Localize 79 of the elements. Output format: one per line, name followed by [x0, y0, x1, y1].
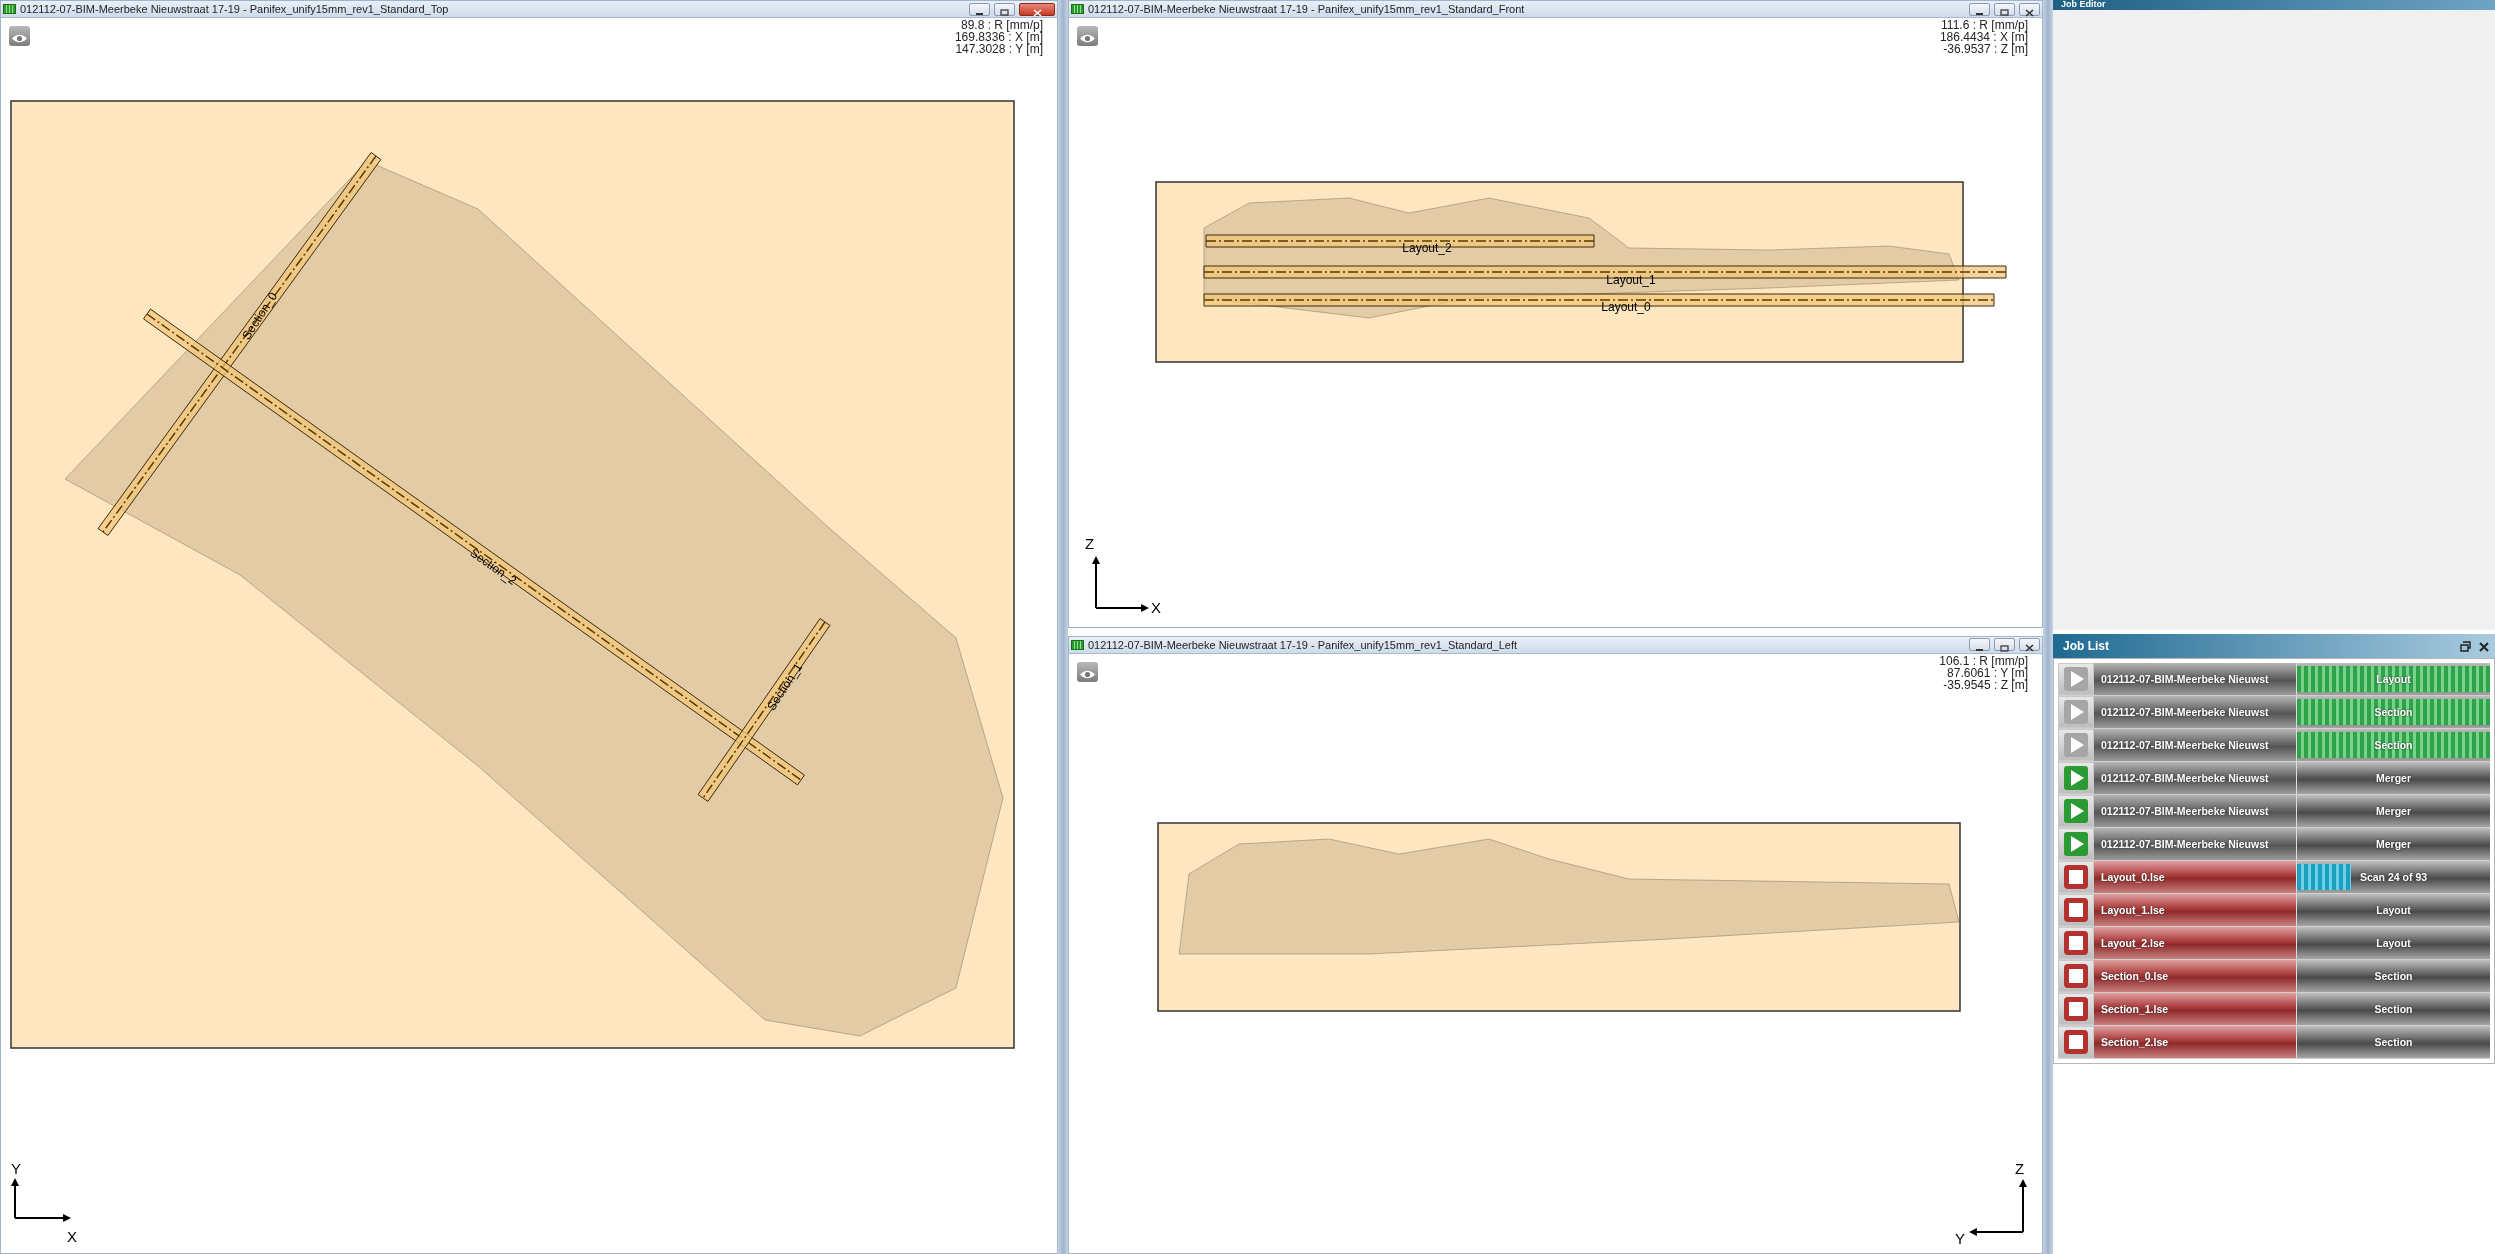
stop-button[interactable]	[2058, 927, 2094, 959]
close-icon	[2025, 8, 2034, 17]
axis-label: X	[1151, 599, 1161, 616]
window-title: 012112-07-BIM-Meerbeke Nieuwstraat 17-19 - Panifex_unify15mm_rev1_Standard_Top	[20, 2, 450, 17]
coordinate-reading: 147.3028 : Y [m]	[954, 43, 1043, 55]
axis-indicator	[1092, 556, 1149, 612]
job-name: 012112-07-BIM-Meerbeke Nieuwst	[2094, 729, 2296, 761]
stop-button[interactable]	[2058, 861, 2094, 893]
play-button[interactable]	[2058, 828, 2094, 860]
job-name: Layout_2.lse	[2094, 927, 2296, 959]
job-name: Section_2.lse	[2094, 1026, 2296, 1058]
job-name: 012112-07-BIM-Meerbeke Nieuwst	[2094, 696, 2296, 728]
job-task: Layout	[2375, 903, 2412, 918]
coordinate-reading: 169.8336 : X [m]	[954, 31, 1043, 43]
app-icon	[3, 4, 16, 14]
strip-label: Layout_0	[1601, 300, 1651, 314]
close-button[interactable]	[2019, 638, 2040, 651]
job-name: 012112-07-BIM-Meerbeke Nieuwst	[2094, 828, 2296, 860]
play-button[interactable]	[2058, 762, 2094, 794]
job-name: 012112-07-BIM-Meerbeke Nieuwst	[2094, 663, 2296, 695]
job-task: Layout	[2375, 672, 2412, 687]
stop-button[interactable]	[2058, 894, 2094, 926]
axis-label: X	[67, 1228, 77, 1245]
job-task: Merger	[2375, 837, 2412, 852]
axis-indicator	[11, 1178, 71, 1222]
minimize-button[interactable]	[1969, 638, 1990, 651]
axis-indicator	[1969, 1178, 2027, 1236]
maximize-icon	[2000, 644, 2009, 652]
strip-label: Layout_1	[1606, 273, 1656, 287]
maximize-button[interactable]	[994, 2, 1015, 16]
axis-label: Z	[1085, 535, 1095, 552]
coordinate-reading: 89.8 : R [mm/p]	[960, 19, 1043, 31]
maximize-button[interactable]	[1994, 2, 2015, 16]
stop-button[interactable]	[2058, 1026, 2094, 1058]
axis-label: Y	[1955, 1229, 1965, 1247]
minimize-button[interactable]	[1969, 2, 1990, 16]
play-button[interactable]	[2058, 795, 2094, 827]
maximize-icon	[1000, 9, 1009, 17]
axis-label: Z	[2015, 1159, 2025, 1177]
maximize-button[interactable]	[1994, 638, 2015, 651]
job-task: Section	[2373, 738, 2414, 753]
minimize-button[interactable]	[969, 2, 990, 16]
job-name: Section_1.lse	[2094, 993, 2296, 1025]
window-title: 012112-07-BIM-Meerbeke Nieuwstraat 17-19 - Panifex_unify15mm_rev1_Standard_Left	[1088, 637, 1519, 653]
axis-label: Y	[11, 1160, 21, 1177]
panel-title: Job Editor	[2053, 0, 2495, 10]
eye-icon[interactable]	[1077, 661, 1098, 682]
strip-label: Layout_2	[1402, 241, 1452, 255]
job-task: Scan 24 of 93	[2358, 870, 2429, 885]
coordinate-reading: 186.4434 : X [m]	[1939, 31, 2028, 43]
coordinate-reading: 111.6 : R [mm/p]	[1940, 19, 2028, 31]
maximize-icon	[2000, 9, 2009, 17]
panel-title: Job List	[2063, 638, 2110, 655]
window-title: 012112-07-BIM-Meerbeke Nieuwstraat 17-19 - Panifex_unify15mm_rev1_Standard_Front	[1088, 2, 1526, 17]
job-task: Section	[2373, 1035, 2414, 1050]
job-name: Layout_0.lse	[2094, 861, 2296, 893]
app-icon	[1071, 639, 1084, 650]
job-name: Section_0.lse	[2094, 960, 2296, 992]
close-icon	[1032, 8, 1042, 17]
job-task: Layout	[2375, 936, 2412, 951]
coordinate-reading: -35.9545 : Z [m]	[1942, 678, 2028, 691]
app-icon	[1071, 4, 1084, 14]
job-task: Section	[2373, 1002, 2414, 1017]
close-button[interactable]	[1019, 2, 1055, 16]
coordinate-reading: -36.9537 : Z [m]	[1942, 43, 2028, 55]
job-task: Section	[2373, 705, 2414, 720]
eye-icon[interactable]	[1077, 26, 1098, 46]
coordinate-reading: 106.1 : R [mm/p]	[1939, 654, 2028, 667]
job-task: Merger	[2375, 804, 2412, 819]
job-name: 012112-07-BIM-Meerbeke Nieuwst	[2094, 795, 2296, 827]
job-task: Section	[2373, 969, 2414, 984]
job-task: Merger	[2375, 771, 2412, 786]
stop-button[interactable]	[2058, 993, 2094, 1025]
close-button[interactable]	[2019, 2, 2040, 16]
job-name: 012112-07-BIM-Meerbeke Nieuwst	[2094, 762, 2296, 794]
stop-button[interactable]	[2058, 960, 2094, 992]
job-name: Layout_1.lse	[2094, 894, 2296, 926]
close-icon	[2025, 644, 2034, 653]
eye-icon[interactable]	[9, 26, 30, 46]
